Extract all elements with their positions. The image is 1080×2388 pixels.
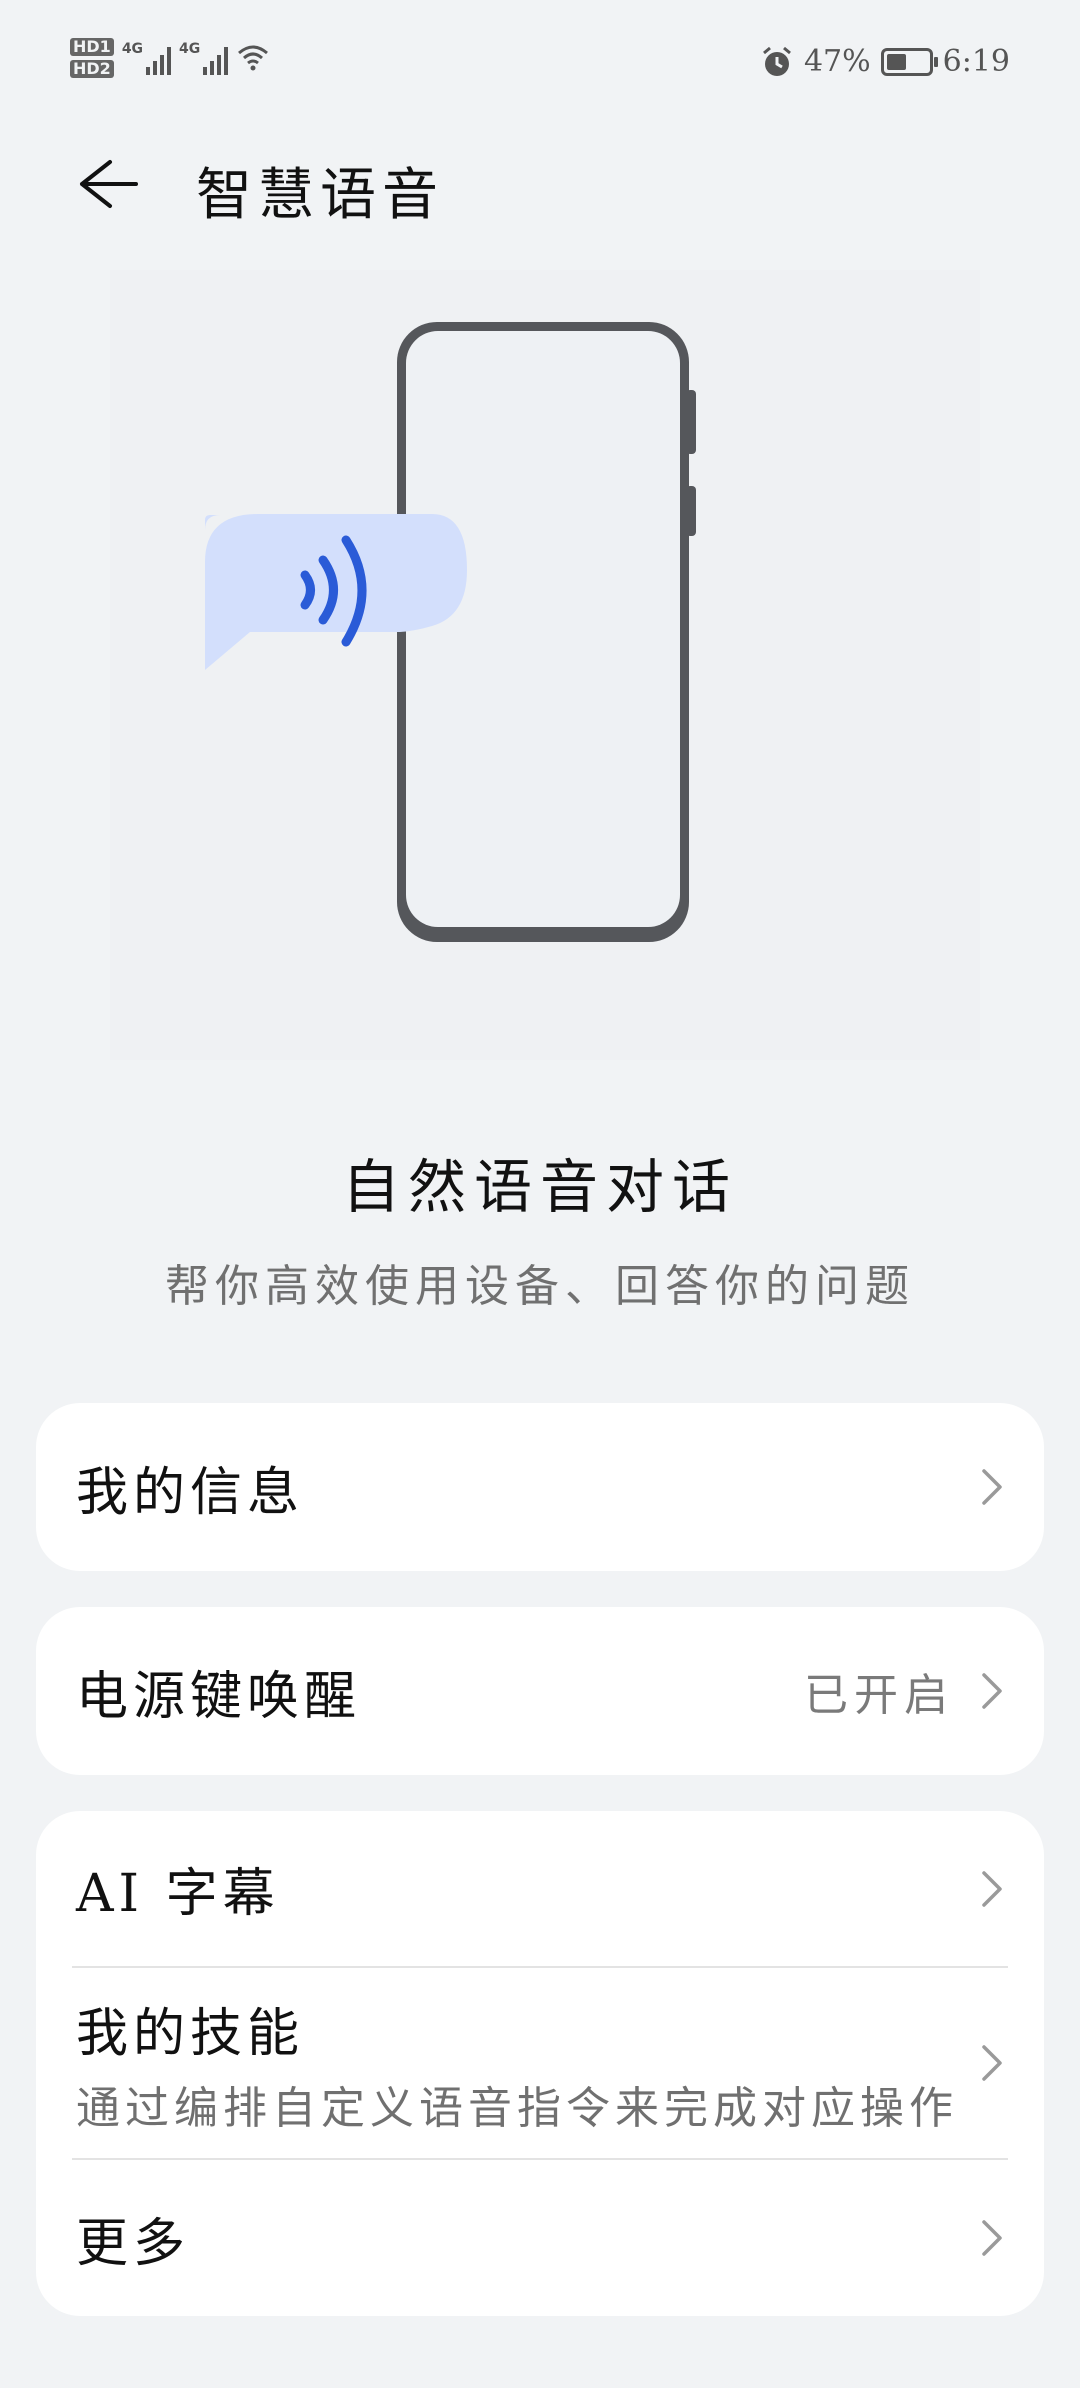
sim-indicators: HD1 HD2 bbox=[70, 38, 114, 78]
battery-icon bbox=[880, 47, 938, 76]
back-arrow-icon[interactable] bbox=[70, 148, 142, 220]
status-left: HD1 HD2 4G 4G bbox=[70, 38, 270, 78]
settings-group-card: AI 字幕 我的技能 通过编排自定义语音指令来完成对应操作 更多 bbox=[36, 1811, 1044, 2316]
more-row[interactable]: 更多 bbox=[36, 2160, 1044, 2316]
power-key-wake-status: 已开启 bbox=[804, 1670, 954, 1721]
status-right: 47% 6:19 bbox=[760, 44, 1010, 79]
page-title: 智慧语音 bbox=[196, 163, 444, 228]
app-bar: 智慧语音 bbox=[0, 120, 1080, 250]
my-info-label: 我的信息 bbox=[76, 1462, 305, 1523]
my-skills-text: 我的技能 通过编排自定义语音指令来完成对应操作 bbox=[76, 1991, 958, 2136]
chevron-right-icon bbox=[982, 2220, 1002, 2256]
battery-fill bbox=[886, 53, 906, 70]
chevron-right-icon bbox=[982, 2045, 1002, 2081]
wifi-icon bbox=[238, 45, 269, 71]
alarm-icon bbox=[762, 46, 791, 76]
phone-voice-illustration bbox=[205, 322, 696, 942]
power-key-wake-row[interactable]: 电源键唤醒 已开启 bbox=[36, 1607, 1044, 1775]
status-bar: HD1 HD2 4G 4G 47% 6:19 bbox=[0, 0, 1080, 120]
signal-icon-2: 4G bbox=[179, 41, 229, 75]
my-info-row[interactable]: 我的信息 bbox=[36, 1403, 1044, 1571]
hero-illustration bbox=[110, 270, 980, 1060]
power-key-wake-label: 电源键唤醒 bbox=[76, 1666, 362, 1727]
power-key-wake-card[interactable]: 电源键唤醒 已开启 bbox=[36, 1607, 1044, 1775]
battery-percent: 47% bbox=[803, 44, 871, 79]
chevron-right-icon bbox=[982, 1469, 1002, 1505]
feature-subtitle: 帮你高效使用设备、回答你的问题 bbox=[165, 1261, 915, 1312]
my-skills-description: 通过编排自定义语音指令来完成对应操作 bbox=[76, 2082, 958, 2134]
my-skills-row[interactable]: 我的技能 通过编排自定义语音指令来完成对应操作 bbox=[36, 1968, 1044, 2158]
ai-subtitle-label: AI 字幕 bbox=[76, 1864, 280, 1924]
chevron-right-icon bbox=[982, 1870, 1002, 1907]
network-type-2: 4G bbox=[179, 41, 201, 57]
my-info-card[interactable]: 我的信息 bbox=[36, 1403, 1044, 1571]
ai-subtitle-row[interactable]: AI 字幕 bbox=[36, 1811, 1044, 1966]
my-skills-label: 我的技能 bbox=[76, 2003, 305, 2064]
network-type-1: 4G bbox=[121, 41, 144, 57]
chevron-right-icon bbox=[982, 1673, 1002, 1709]
more-label: 更多 bbox=[76, 2213, 191, 2274]
sim2-badge: HD2 bbox=[70, 60, 114, 78]
sim1-badge: HD1 bbox=[70, 38, 114, 56]
clock: 6:19 bbox=[942, 44, 1010, 79]
feature-title: 自然语音对话 bbox=[341, 1153, 738, 1221]
signal-icon: 4G bbox=[121, 41, 172, 75]
